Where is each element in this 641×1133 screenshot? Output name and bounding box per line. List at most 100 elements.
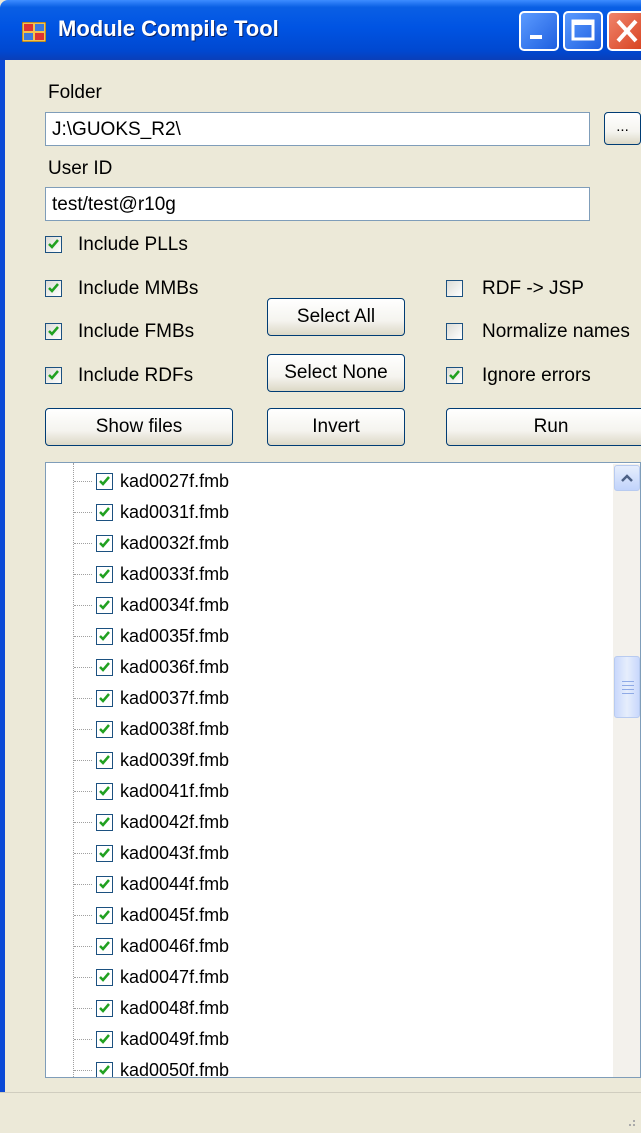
tree-item[interactable]: kad0045f.fmb [46, 900, 606, 931]
tree-item-checkbox[interactable] [96, 907, 113, 924]
file-tree-view[interactable]: kad0027f.fmb kad0031f.fmb kad0032f.fmb kad0… [45, 462, 641, 1078]
tree-item[interactable]: kad0048f.fmb [46, 993, 606, 1024]
checkmark-icon [99, 879, 110, 889]
invert-button[interactable]: Invert [267, 408, 405, 446]
folder-input[interactable]: J:\GUOKS_R2\ [45, 112, 590, 146]
browse-folder-button[interactable]: ... [604, 112, 641, 145]
tree-item-checkbox[interactable] [96, 845, 113, 862]
tree-item[interactable]: kad0035f.fmb [46, 621, 606, 652]
tree-item-checkbox[interactable] [96, 814, 113, 831]
rdf-to-jsp-checkbox[interactable] [446, 280, 463, 297]
maximize-icon [571, 19, 595, 41]
user-id-input[interactable]: test/test@r10g [45, 187, 590, 221]
checkmark-icon [99, 1034, 110, 1044]
vertical-scrollbar[interactable] [613, 464, 640, 1077]
tree-connector-branch [74, 853, 92, 854]
resize-grip-icon[interactable] [623, 1114, 637, 1128]
tree-item-checkbox[interactable] [96, 1031, 113, 1048]
user-id-label: User ID [48, 158, 113, 179]
tree-item[interactable]: kad0042f.fmb [46, 807, 606, 838]
show-files-button[interactable]: Show files [45, 408, 233, 446]
checkmark-icon [99, 848, 110, 858]
title-bar[interactable]: Module Compile Tool [0, 0, 641, 60]
tree-item[interactable]: kad0034f.fmb [46, 590, 606, 621]
checkmark-icon [99, 910, 110, 920]
status-bar [0, 1092, 641, 1133]
tree-item-label: kad0035f.fmb [120, 626, 230, 646]
tree-item[interactable]: kad0031f.fmb [46, 497, 606, 528]
tree-item-checkbox[interactable] [96, 597, 113, 614]
tree-item[interactable]: kad0043f.fmb [46, 838, 606, 869]
maximize-button[interactable] [563, 11, 603, 51]
tree-item[interactable]: kad0050f.fmb [46, 1055, 606, 1077]
checkmark-icon [99, 724, 110, 734]
include-fmbs-label: Include FMBs [78, 321, 195, 342]
tree-item-checkbox[interactable] [96, 566, 113, 583]
tree-item-checkbox[interactable] [96, 659, 113, 676]
select-none-button[interactable]: Select None [267, 354, 405, 392]
include-mmbs-checkbox[interactable] [45, 280, 62, 297]
tree-connector-branch [74, 512, 92, 513]
tree-item-checkbox[interactable] [96, 721, 113, 738]
tree-item-checkbox[interactable] [96, 1000, 113, 1017]
tree-item-checkbox[interactable] [96, 690, 113, 707]
tree-item-label: kad0045f.fmb [120, 905, 230, 925]
checkmark-icon [48, 239, 59, 249]
tree-connector-branch [74, 667, 92, 668]
tree-item[interactable]: kad0039f.fmb [46, 745, 606, 776]
tree-item-checkbox[interactable] [96, 473, 113, 490]
checkmark-icon [99, 507, 110, 517]
close-button[interactable] [607, 11, 641, 51]
tree-item[interactable]: kad0046f.fmb [46, 931, 606, 962]
tree-item-checkbox[interactable] [96, 783, 113, 800]
tree-item-checkbox[interactable] [96, 535, 113, 552]
tree-item[interactable]: kad0036f.fmb [46, 652, 606, 683]
app-window-icon [22, 22, 46, 42]
tree-item[interactable]: kad0037f.fmb [46, 683, 606, 714]
checkmark-icon [99, 817, 110, 827]
tree-item-checkbox[interactable] [96, 1062, 113, 1077]
tree-item[interactable]: kad0047f.fmb [46, 962, 606, 993]
include-rdfs-checkbox[interactable] [45, 367, 62, 384]
checkmark-icon [99, 1003, 110, 1013]
tree-item-checkbox[interactable] [96, 504, 113, 521]
checkmark-icon [449, 370, 460, 380]
include-mmbs-label: Include MMBs [78, 278, 199, 299]
tree-item-label: kad0049f.fmb [120, 1029, 230, 1049]
tree-item-checkbox[interactable] [96, 969, 113, 986]
tree-item-label: kad0048f.fmb [120, 998, 230, 1018]
include-plls-checkbox[interactable] [45, 236, 62, 253]
tree-item-label: kad0027f.fmb [120, 471, 230, 491]
checkmark-icon [99, 631, 110, 641]
checkmark-icon [99, 662, 110, 672]
tree-item[interactable]: kad0027f.fmb [46, 466, 606, 497]
tree-item[interactable]: kad0044f.fmb [46, 869, 606, 900]
module-compile-tool-window: Module Compile Tool Folder J:\GUOKS_R2\ … [0, 0, 641, 1133]
run-button[interactable]: Run [446, 408, 641, 446]
tree-item[interactable]: kad0038f.fmb [46, 714, 606, 745]
scroll-up-arrow-icon [621, 474, 633, 482]
tree-item[interactable]: kad0033f.fmb [46, 559, 606, 590]
tree-item-checkbox[interactable] [96, 876, 113, 893]
select-all-button[interactable]: Select All [267, 298, 405, 336]
minimize-button[interactable] [519, 11, 559, 51]
tree-item-label: kad0032f.fmb [120, 533, 230, 553]
include-fmbs-checkbox[interactable] [45, 323, 62, 340]
tree-item[interactable]: kad0041f.fmb [46, 776, 606, 807]
tree-item-checkbox[interactable] [96, 752, 113, 769]
tree-item[interactable]: kad0049f.fmb [46, 1024, 606, 1055]
tree-item[interactable]: kad0032f.fmb [46, 528, 606, 559]
tree-item-label: kad0046f.fmb [120, 936, 230, 956]
include-rdfs-label: Include RDFs [78, 365, 194, 386]
tree-item-checkbox[interactable] [96, 628, 113, 645]
tree-item-checkbox[interactable] [96, 938, 113, 955]
scroll-thumb[interactable] [614, 656, 640, 718]
folder-label: Folder [48, 82, 102, 103]
ignore-errors-checkbox[interactable] [446, 367, 463, 384]
scroll-up-button[interactable] [614, 465, 640, 491]
ignore-errors-label: Ignore errors [482, 365, 591, 386]
checkmark-icon [48, 326, 59, 336]
tree-item-label: kad0034f.fmb [120, 595, 230, 615]
tree-item-label: kad0043f.fmb [120, 843, 230, 863]
normalize-names-checkbox[interactable] [446, 323, 463, 340]
